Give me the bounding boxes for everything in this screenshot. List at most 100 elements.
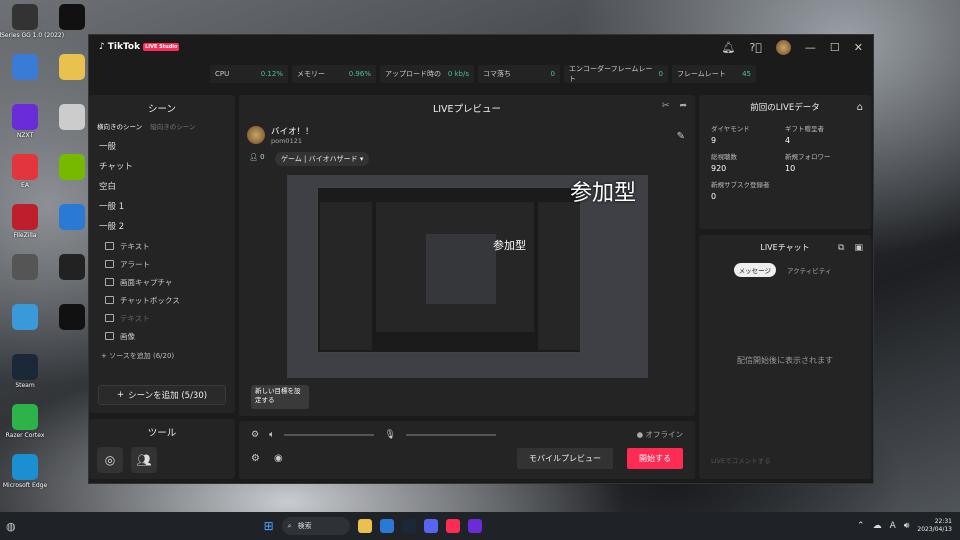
start-icon[interactable]: ⊞ [264, 519, 274, 533]
nested-panel [320, 202, 372, 350]
chat-placeholder: LIVEでコメントする [711, 457, 771, 465]
source-icon [105, 314, 114, 322]
tab-portrait[interactable]: 縦向きのシーン [150, 121, 195, 131]
close-icon[interactable]: ✕ [854, 41, 863, 54]
source-item[interactable]: チャットボックス [89, 291, 235, 309]
preview-canvas: 参加型 参加型 [287, 175, 648, 378]
source-label: テキスト [120, 313, 150, 323]
source-item[interactable]: 画像 [89, 327, 235, 345]
home-icon[interactable]: ⌂ [857, 102, 863, 113]
stat-value: 9 [711, 136, 717, 145]
start-button[interactable]: 開始する [627, 448, 683, 469]
source-icon [105, 260, 114, 268]
nested-screen [426, 234, 496, 304]
image-icon[interactable]: ▣ [854, 243, 863, 253]
scene-item[interactable]: 一般 1 [89, 197, 235, 217]
stat-upload: アップロード時の 0 kb/s [380, 65, 474, 83]
stat-label: 新規サブスク登録者 [711, 181, 770, 189]
folder-icon [59, 54, 85, 80]
add-source-button[interactable]: + ソースを追加 (6/20) [89, 345, 235, 367]
stat-label: アップロード時の [385, 70, 441, 78]
doc-icon [59, 104, 85, 130]
mobile-preview-button[interactable]: モバイルプレビュー [517, 448, 613, 469]
tiktok-note-icon: ♪ [99, 42, 105, 52]
add-scene-button[interactable]: + シーンを追加 (5/30) [98, 385, 226, 405]
nzxt-icon [12, 104, 38, 130]
tab-landscape[interactable]: 横向きのシーン [97, 121, 142, 131]
cut-icon[interactable]: ✂ [662, 101, 670, 111]
search-input[interactable]: ⌕ 検索 [281, 517, 350, 535]
help-icon[interactable]: ?⃝ [749, 41, 761, 54]
source-item[interactable]: テキスト [89, 309, 235, 327]
stat-cell: 新規サブスク登録者 0 [711, 179, 785, 201]
user-info: バイオ！！ pom0121 [247, 125, 314, 145]
scene-item[interactable]: 一般 2 [89, 217, 235, 237]
edit-icon[interactable]: ✎ [677, 131, 685, 142]
source-item[interactable]: テキスト [89, 237, 235, 255]
viewers-value: 0 [260, 153, 265, 161]
mic-icon[interactable]: 🎙︎ [384, 430, 395, 440]
cloud-icon[interactable]: ☁ [873, 521, 882, 531]
minimize-icon[interactable]: — [805, 41, 816, 54]
users-icon[interactable]: 👥︎ [131, 447, 157, 473]
discord-icon[interactable] [423, 519, 438, 533]
time: 22:31 [934, 518, 952, 525]
maximize-icon[interactable]: ☐ [830, 41, 840, 54]
add-source-label: ソースを追加 (6/20) [109, 352, 175, 360]
tiktok-live-studio-window: ♪ TikTok LIVE Studio 🔔︎ ?⃝ — ☐ ✕ CPU 0.12… [88, 34, 874, 484]
chat-input[interactable]: LIVEでコメントする [707, 451, 863, 469]
live-preview-panel: LIVEプレビュー ✂ ➦ バイオ！！ pom0121 ✎ 👤︎ 0 ゲーム | … [239, 95, 695, 416]
volume-icon[interactable]: 🔊︎ [904, 521, 910, 531]
date: 2023/04/13 [917, 526, 952, 533]
edge-taskbar-icon[interactable] [379, 519, 394, 533]
app-logo: ♪ TikTok LIVE Studio [99, 42, 180, 52]
bell-icon[interactable]: 🔔︎ [721, 41, 735, 54]
scenes-title: シーン [147, 104, 177, 115]
chevron-up-icon[interactable]: ⌃ [857, 521, 865, 531]
volume-slider[interactable] [284, 433, 375, 436]
nzxt-taskbar-icon[interactable] [467, 519, 482, 533]
razer-cortex-shortcut[interactable]: Razer Cortex [0, 404, 53, 439]
popout-icon[interactable]: ⧉ [838, 243, 844, 253]
stat-label: 総視聴数 [711, 153, 737, 161]
target-icon[interactable]: ◎ [97, 447, 123, 473]
stat-value: 0 [711, 192, 717, 201]
ime-indicator[interactable]: A [890, 521, 896, 531]
tab-messages[interactable]: メッセージ [733, 263, 776, 277]
edge-icon [12, 454, 38, 480]
steelseries-icon [12, 4, 38, 30]
ea-icon [12, 154, 38, 180]
edge-shortcut[interactable]: Microsoft Edge [0, 454, 53, 489]
settings-icon[interactable]: ⚙ [251, 453, 260, 464]
stat-value: 0.12% [260, 70, 283, 78]
share-icon[interactable]: ➦ [679, 101, 687, 111]
source-item[interactable]: アラート [89, 255, 235, 273]
game-selector[interactable]: ゲーム | バイオハザード ▾ [275, 152, 370, 166]
source-icon [105, 242, 114, 250]
steam-shortcut[interactable]: Steam [0, 354, 53, 389]
controls-panel: ⚙ 🔈︎ 🎙︎ ● オフライン ⚙ ◉ モバイルプレビュー 開始する [239, 421, 695, 479]
widgets-icon[interactable]: ◍ [6, 520, 16, 533]
steam-taskbar-icon[interactable] [401, 519, 416, 533]
tiktok-taskbar-icon[interactable] [445, 519, 460, 533]
source-label: アラート [120, 259, 150, 269]
sase-icon [59, 254, 85, 280]
scene-item[interactable]: 空白 [89, 177, 235, 197]
stat-cell: 新規フォロワー 10 [785, 151, 859, 173]
add-scene-label: シーンを追加 (5/30) [128, 391, 208, 401]
explorer-icon[interactable] [357, 519, 372, 533]
tab-activity[interactable]: アクティビティ [782, 263, 836, 277]
stat-label: エンコーダーフレームレート [569, 65, 653, 83]
source-item[interactable]: 画面キャプチャ [89, 273, 235, 291]
speaker-icon[interactable]: 🔈︎ [269, 430, 274, 440]
avatar[interactable] [775, 39, 791, 55]
capcut-shortcut[interactable] [44, 4, 100, 32]
mixer-icon[interactable]: ⚙ [251, 430, 259, 440]
nvidia-icon [59, 154, 85, 180]
scene-item[interactable]: チャット [89, 157, 235, 177]
mic-slider[interactable] [405, 433, 496, 436]
record-icon[interactable]: ◉ [274, 453, 283, 464]
goal-button[interactable]: 新しい目標を設定する [251, 385, 309, 409]
clock[interactable]: 22:31 2023/04/13 [917, 518, 952, 534]
scene-item[interactable]: 一般 [89, 137, 235, 157]
